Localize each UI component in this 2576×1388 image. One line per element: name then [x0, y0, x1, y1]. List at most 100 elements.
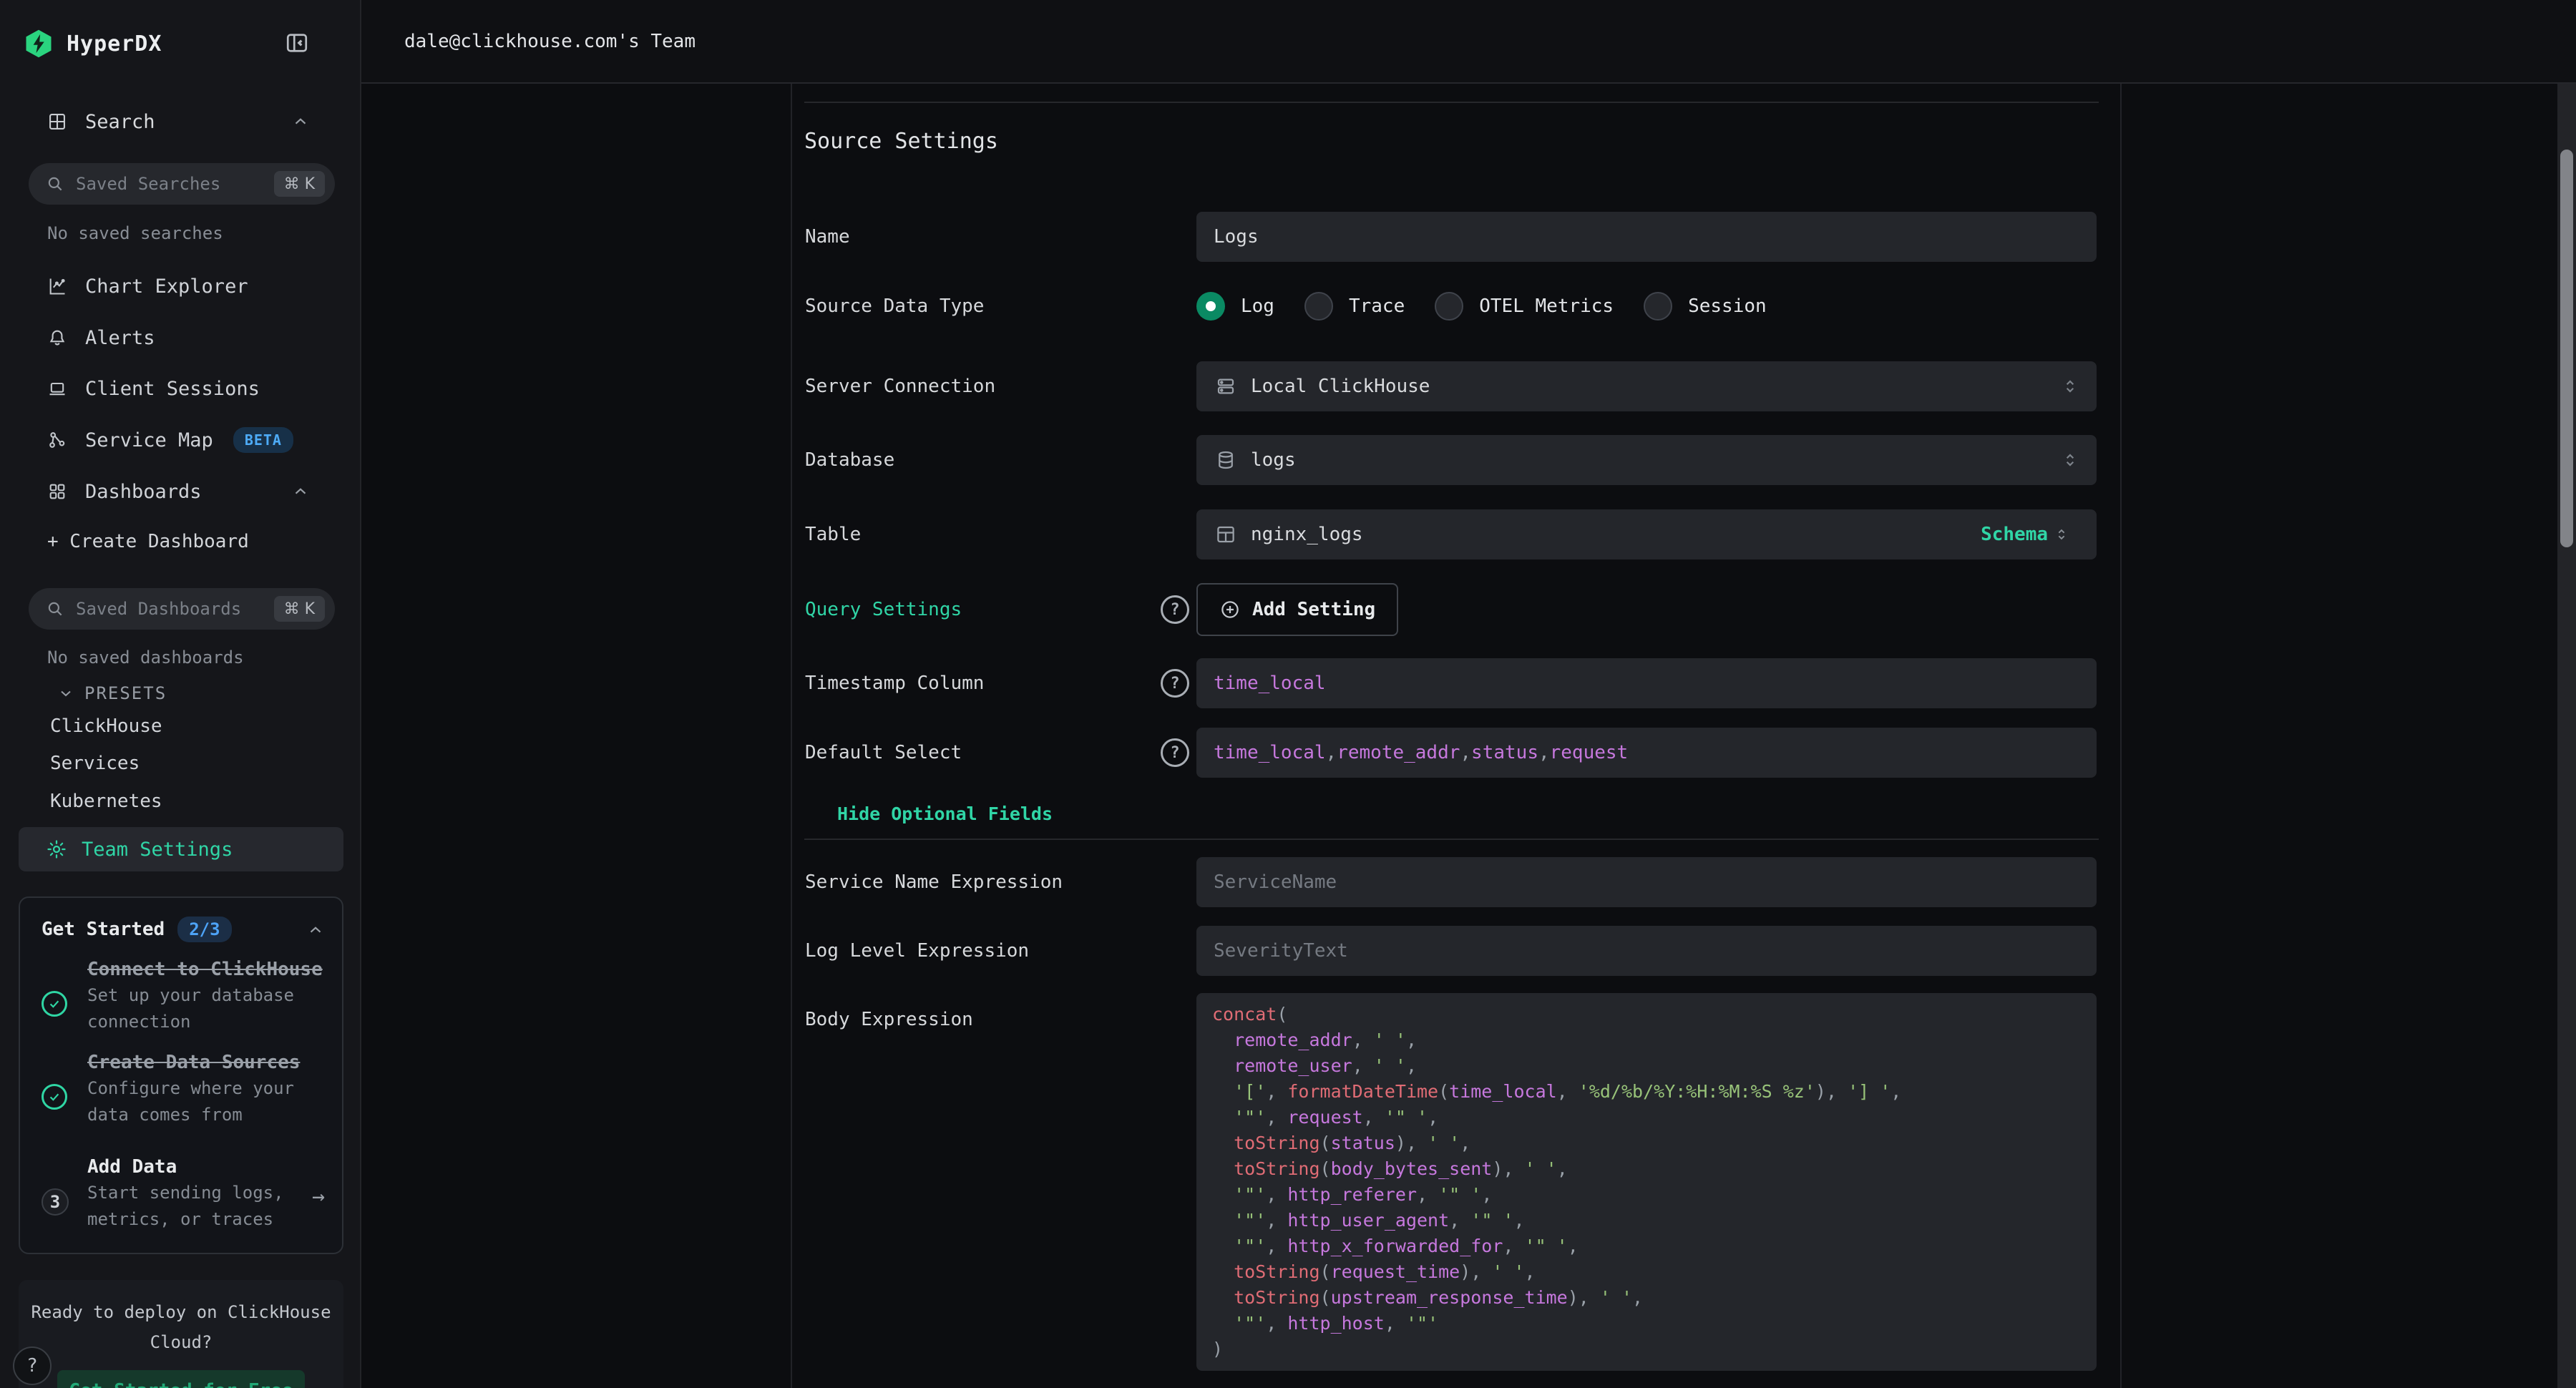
radio-option-session[interactable]: Session — [1644, 292, 1767, 321]
sidebar-item-label: Chart Explorer — [85, 275, 248, 298]
step-description: Configure where your data comes from — [87, 1075, 323, 1128]
chevron-up-icon[interactable] — [291, 482, 310, 501]
radio-unselected-icon[interactable] — [1435, 292, 1463, 321]
radio-selected-icon[interactable] — [1196, 292, 1225, 321]
timestamp-column-label: Timestamp Column — [805, 658, 1161, 708]
help-icon[interactable]: ? — [1161, 738, 1189, 767]
hide-optional-fields-link[interactable]: Hide Optional Fields — [837, 803, 1053, 824]
search-section-label: Search — [85, 111, 155, 133]
get-started-step-1[interactable]: Connect to ClickHouse Set up your databa… — [42, 957, 328, 1035]
question-mark-icon: ? — [26, 1355, 38, 1377]
section-divider — [804, 839, 2099, 840]
table-select[interactable]: nginx_logs Schema — [1196, 509, 2097, 559]
name-input[interactable]: Logs — [1196, 212, 2097, 262]
log-level-row: Log Level Expression SeverityText — [805, 926, 2097, 976]
sidebar-item-client-sessions[interactable]: Client Sessions — [0, 373, 361, 404]
server-icon — [1215, 376, 1236, 397]
gear-icon — [46, 839, 67, 860]
step-title: Add Data — [87, 1154, 323, 1180]
log-level-input[interactable]: SeverityText — [1196, 926, 2097, 976]
laptop-icon — [47, 378, 67, 399]
sidebar-item-service-map[interactable]: Service Map BETA — [0, 424, 361, 456]
sidebar: HyperDX Search Saved Searches ⌘ K No sav… — [0, 0, 361, 1388]
name-row: Name Logs — [805, 212, 2097, 262]
selector-chevrons-icon — [2061, 451, 2079, 469]
sidebar-collapse-button[interactable] — [284, 29, 313, 57]
saved-searches-input[interactable]: Saved Searches ⌘ K — [29, 163, 335, 205]
service-name-input[interactable]: ServiceName — [1196, 857, 2097, 907]
radio-label: Log — [1241, 295, 1274, 317]
code-line: toString(request_time), ' ', — [1212, 1259, 2081, 1285]
table-label: Table — [805, 509, 1161, 559]
collapse-sidebar-icon — [284, 30, 313, 56]
step-title: Connect to ClickHouse — [87, 957, 323, 982]
get-started-free-button[interactable]: Get Started for Free — [57, 1370, 305, 1388]
page-title: Source Settings — [804, 129, 998, 154]
query-settings-label: Query Settings — [805, 583, 1161, 636]
get-started-header[interactable]: Get Started 2/3 — [42, 917, 331, 942]
preset-item-clickhouse[interactable]: ClickHouse — [50, 715, 162, 737]
cloud-promo-panel: Ready to deploy on ClickHouse Cloud? Get… — [19, 1280, 343, 1388]
brand-title: HyperDX — [67, 31, 162, 57]
help-icon[interactable]: ? — [1161, 669, 1189, 698]
body-expression-row: Body Expression concat( remote_addr, ' '… — [805, 993, 2097, 1371]
arrow-right-icon: → — [312, 1184, 325, 1209]
sidebar-item-dashboards[interactable]: Dashboards — [0, 476, 361, 507]
get-started-step-3[interactable]: 3 Add Data Start sending logs, metrics, … — [42, 1154, 328, 1233]
topbar: dale@clickhouse.com's Team — [361, 0, 2576, 84]
radio-option-log[interactable]: Log — [1196, 292, 1274, 321]
bell-icon — [47, 328, 67, 348]
chevron-up-icon[interactable] — [306, 921, 325, 939]
sidebar-item-alerts[interactable]: Alerts — [0, 322, 361, 353]
radio-option-otel-metrics[interactable]: OTEL Metrics — [1435, 292, 1614, 321]
server-connection-select[interactable]: Local ClickHouse — [1196, 361, 2097, 411]
get-started-step-2[interactable]: Create Data Sources Configure where your… — [42, 1050, 328, 1128]
get-started-title: Get Started — [42, 919, 165, 940]
database-label: Database — [805, 435, 1161, 485]
scrollbar-thumb[interactable] — [2560, 150, 2573, 547]
radio-option-trace[interactable]: Trace — [1304, 292, 1405, 321]
table-value: nginx_logs — [1251, 524, 1981, 545]
selector-chevrons-icon — [2061, 377, 2079, 396]
radio-label: Session — [1688, 295, 1767, 317]
chevron-up-icon[interactable] — [291, 112, 310, 131]
table-icon — [1215, 524, 1236, 545]
plus-circle-icon — [1219, 599, 1241, 620]
database-row: Database logs — [805, 435, 2097, 485]
hyperdx-logo-icon — [24, 27, 54, 60]
create-dashboard-button[interactable]: + Create Dashboard — [47, 531, 249, 552]
code-line: '"', http_x_forwarded_for, '" ', — [1212, 1233, 2081, 1259]
database-select[interactable]: logs — [1196, 435, 2097, 485]
sidebar-item-label: Alerts — [85, 327, 155, 349]
sidebar-item-search[interactable]: Search — [0, 107, 361, 136]
body-expression-editor[interactable]: concat( remote_addr, ' ', remote_user, '… — [1196, 993, 2097, 1371]
radio-unselected-icon[interactable] — [1644, 292, 1672, 321]
check-circle-icon — [42, 991, 67, 1017]
saved-dashboards-input[interactable]: Saved Dashboards ⌘ K — [29, 588, 335, 630]
team-title: dale@clickhouse.com's Team — [404, 31, 696, 52]
sidebar-item-chart-explorer[interactable]: Chart Explorer — [0, 270, 361, 302]
help-icon[interactable]: ? — [1161, 595, 1189, 624]
radio-unselected-icon[interactable] — [1304, 292, 1333, 321]
presets-toggle[interactable]: PRESETS — [57, 683, 167, 703]
add-setting-button[interactable]: Add Setting — [1196, 583, 1398, 636]
radio-label: Trace — [1349, 295, 1405, 317]
scrollbar-track[interactable] — [2557, 84, 2576, 1388]
radio-dot — [1206, 301, 1216, 311]
query-settings-row: Query Settings ? Add Setting — [805, 583, 2097, 636]
preset-item-services[interactable]: Services — [50, 753, 140, 774]
code-line: '"', http_referer, '" ', — [1212, 1182, 2081, 1208]
cloud-promo-text-line2: Cloud? — [19, 1327, 343, 1357]
code-line: toString(upstream_response_time), ' ', — [1212, 1285, 2081, 1311]
help-button[interactable]: ? — [13, 1347, 52, 1385]
code-line: '[', formatDateTime(time_local, '%d/%b/%… — [1212, 1079, 2081, 1105]
default-select-input[interactable]: time_local, remote_addr, status, request — [1196, 728, 2097, 778]
schema-button[interactable]: Schema — [1981, 524, 2069, 545]
sidebar-item-team-settings[interactable]: Team Settings — [19, 827, 343, 871]
step-title: Create Data Sources — [87, 1050, 323, 1075]
code-line: '"', http_user_agent, '" ', — [1212, 1208, 2081, 1233]
timestamp-column-input[interactable]: time_local — [1196, 658, 2097, 708]
kbd-shortcut-badge: ⌘ K — [274, 171, 325, 197]
radio-label: OTEL Metrics — [1479, 295, 1614, 317]
preset-item-kubernetes[interactable]: Kubernetes — [50, 791, 162, 812]
